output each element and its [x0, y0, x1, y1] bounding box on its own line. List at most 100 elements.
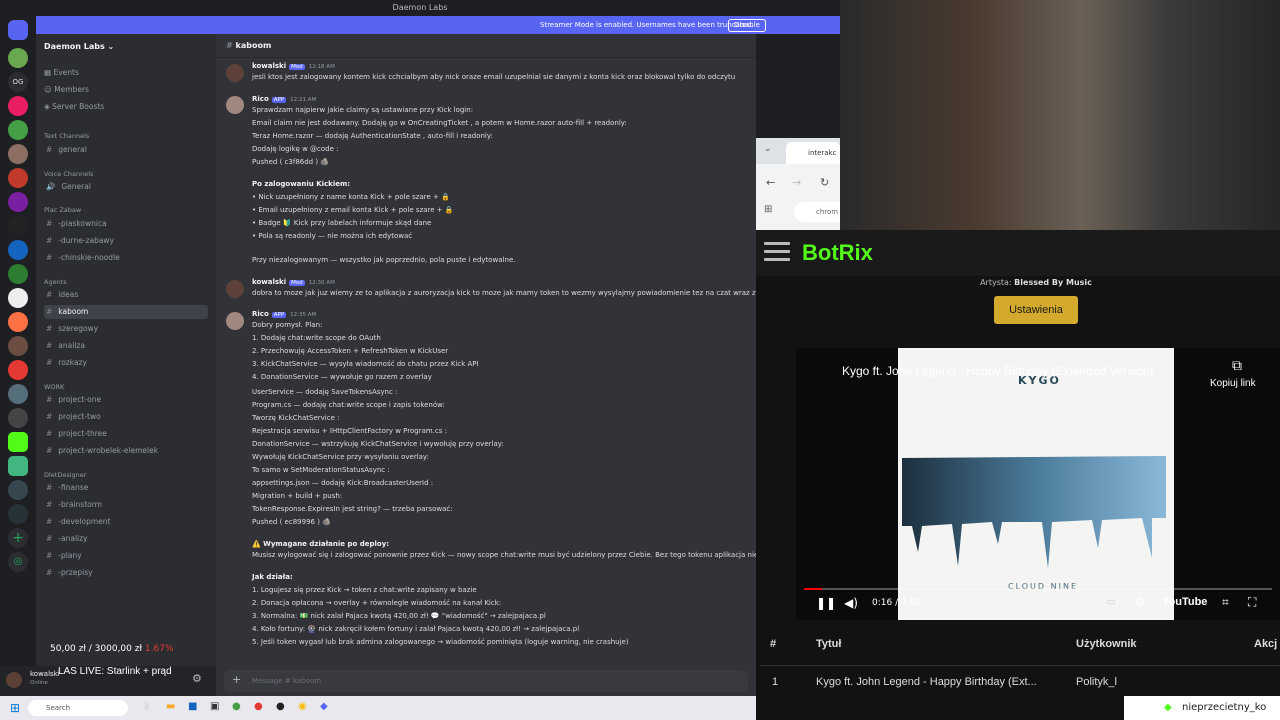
server-icon[interactable] [8, 144, 28, 164]
pause-icon[interactable]: ❚❚ [816, 596, 836, 610]
folder-icon[interactable]: ▬ [166, 701, 175, 712]
terminal-icon[interactable]: ▣ [210, 701, 219, 712]
cast-icon[interactable]: ⌗ [1222, 595, 1229, 610]
volume-icon[interactable]: ◀) [844, 596, 858, 610]
apps-icon[interactable]: ⊞ [764, 204, 772, 215]
server-icon[interactable] [8, 384, 28, 404]
copy-icon[interactable]: ⧉ [1232, 358, 1242, 374]
channel-brainstorm[interactable]: # -brainstorm [44, 498, 208, 512]
forward-icon[interactable]: → [792, 176, 801, 189]
channel-durne-zabawy[interactable]: # -durne-zabawy [44, 234, 208, 248]
server-icon[interactable] [8, 48, 28, 68]
back-icon[interactable]: ← [766, 176, 775, 189]
avatar[interactable] [226, 312, 244, 330]
server-icon[interactable] [8, 456, 28, 476]
reload-icon[interactable]: ↻ [820, 176, 829, 189]
nav-server-boosts[interactable]: ◈ Server Boosts [44, 102, 104, 111]
fullscreen-icon[interactable]: ⛶ [1248, 595, 1256, 610]
server-name[interactable]: Daemon Labs ⌄ [44, 42, 114, 51]
server-icon[interactable] [8, 264, 28, 284]
server-icon[interactable] [8, 480, 28, 500]
channel-general[interactable]: # general [44, 143, 208, 157]
add-attachment-icon[interactable]: + [232, 673, 241, 686]
gear-icon[interactable]: ⚙ [192, 672, 202, 685]
add-server-icon[interactable]: + [8, 528, 28, 548]
channel-rozkazy[interactable]: # rozkazy [44, 356, 208, 370]
disable-button[interactable]: Disable [728, 19, 766, 32]
chrome-icon[interactable]: ◉ [298, 701, 307, 712]
message-text: Rejestracja serwisu + IHttpClientFactory… [252, 427, 447, 435]
category-dletdesigner[interactable]: DletDesigner [44, 471, 86, 479]
channel-ideas[interactable]: # ideas [44, 288, 208, 302]
server-icon[interactable] [8, 120, 28, 140]
subtitles-icon[interactable]: ▭ [1106, 597, 1115, 608]
channel-development[interactable]: # -development [44, 515, 208, 529]
server-icon[interactable] [8, 360, 28, 380]
server-icon[interactable] [8, 216, 28, 236]
channel-analiza[interactable]: # analiza [44, 339, 208, 353]
server-icon[interactable] [8, 96, 28, 116]
channel-finanse[interactable]: # -finanse [44, 481, 208, 495]
search-input[interactable]: Search [28, 700, 128, 716]
explore-icon[interactable]: ◎ [8, 552, 28, 572]
server-icon[interactable]: OG [8, 72, 28, 92]
hash-icon: # [46, 412, 53, 421]
category-work[interactable]: WORK [44, 383, 64, 391]
channel-chinskie-noodle[interactable]: # -chinskie-noodle [44, 251, 208, 265]
server-icon[interactable] [8, 168, 28, 188]
chat-area: # kaboom kowalski Mod 12:18 AM jesli ktos … [216, 34, 756, 666]
message-text: 1. Dodaję chat:write scope do OAuth [252, 334, 381, 342]
avatar[interactable] [6, 672, 22, 688]
app-icon[interactable]: ▮ [144, 701, 150, 712]
channel-project-two[interactable]: # project-two [44, 410, 208, 424]
user-status: Online [30, 680, 48, 686]
settings-button[interactable]: Ustawienia [994, 296, 1078, 324]
youtube-player[interactable]: KYGO CLOUD NINE Kygo ft. John Legend - H… [796, 348, 1280, 620]
channel-voice-general[interactable]: 🔊 General [44, 180, 208, 194]
server-icon[interactable] [8, 504, 28, 524]
kick-server-icon[interactable] [8, 432, 28, 452]
menu-icon[interactable] [764, 242, 790, 262]
channel-project-wrobelek[interactable]: # project-wrobelek-elemelek [44, 444, 208, 458]
avatar[interactable] [226, 280, 244, 298]
channel-kaboom[interactable]: # kaboom [44, 305, 208, 319]
avatar[interactable] [226, 64, 244, 82]
channel-przepisy[interactable]: # -przepisy [44, 566, 208, 580]
channel-plany[interactable]: # -plany [44, 549, 208, 563]
channel-analizy[interactable]: # -analizy [44, 532, 208, 546]
channel-project-three[interactable]: # project-three [44, 427, 208, 441]
youtube-logo[interactable]: YouTube [1162, 596, 1207, 608]
channel-piaskownica[interactable]: # -piaskownica [44, 217, 208, 231]
server-icon[interactable] [8, 192, 28, 212]
message-input[interactable]: Message # kaboom [224, 670, 748, 692]
app-icon[interactable]: ■ [188, 701, 197, 712]
channel-project-one[interactable]: # project-one [44, 393, 208, 407]
server-icon[interactable] [8, 288, 28, 308]
category-plac-zabaw[interactable]: Plac Zabaw [44, 206, 81, 214]
progress-bar[interactable] [804, 588, 1272, 590]
avatar[interactable] [226, 96, 244, 114]
server-icon[interactable] [8, 408, 28, 428]
channel-szeregowy[interactable]: # szeregowy [44, 322, 208, 336]
category-agents[interactable]: Agents [44, 278, 67, 286]
category-text-channels[interactable]: Text Channels [44, 132, 89, 140]
server-icon[interactable] [8, 240, 28, 260]
message-text: dobra to moze jak juz wiemy ze to aplika… [252, 289, 756, 297]
server-icon[interactable] [8, 336, 28, 356]
copy-link-label[interactable]: Kopiuj link [1210, 378, 1256, 389]
browser-tab[interactable]: interakc [786, 142, 840, 164]
discord-home-icon[interactable] [8, 20, 28, 40]
gear-icon[interactable]: ⚙ [1134, 595, 1145, 609]
server-icon[interactable] [8, 312, 28, 332]
chevron-down-icon[interactable]: ⌄ [764, 144, 772, 154]
nav-members[interactable]: ☺ Members [44, 85, 89, 94]
nav-events[interactable]: ▦ Events [44, 68, 79, 77]
app-icon[interactable]: ● [232, 701, 241, 712]
address-bar[interactable]: chrom [794, 202, 840, 222]
discord-icon[interactable]: ◆ [320, 701, 328, 712]
message-text: 5. Jeśli token wygasł lub brak admina za… [252, 638, 629, 646]
category-voice-channels[interactable]: Voice Channels [44, 170, 93, 178]
windows-icon[interactable]: ⊞ [10, 701, 20, 715]
app-icon[interactable]: ● [276, 701, 285, 712]
app-icon[interactable]: ● [254, 701, 263, 712]
